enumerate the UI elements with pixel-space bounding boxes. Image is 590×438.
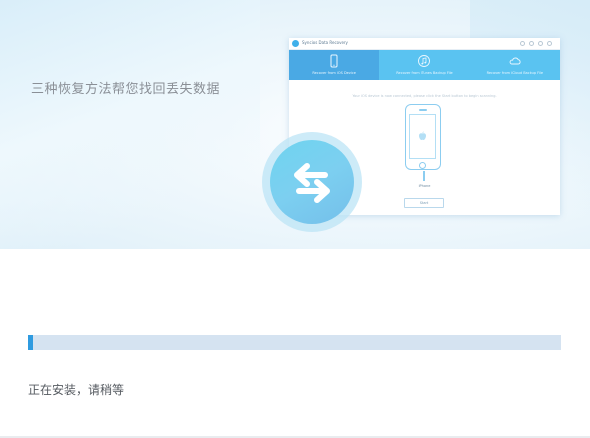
header-banner: 三种恢复方法帮您找回丢失数据 Syncios Data Recovery Rec… xyxy=(0,0,590,249)
preview-info-icon xyxy=(529,41,534,46)
preview-tab-label: Recover from iCloud Backup File xyxy=(486,71,544,75)
preview-tab-bar: Recover from iOS Device Recover from iTu… xyxy=(289,50,560,80)
preview-start-button: Start xyxy=(404,198,444,208)
banner-tagline: 三种恢复方法帮您找回丢失数据 xyxy=(31,82,221,97)
preview-tab-itunes-backup: Recover from iTunes Backup File xyxy=(379,50,469,80)
preview-settings-icon xyxy=(520,41,525,46)
music-note-icon xyxy=(418,55,431,67)
apple-logo-icon xyxy=(418,131,427,141)
install-progress-bar xyxy=(28,335,561,350)
preview-minimize-icon xyxy=(538,41,543,46)
preview-instruction-text: Your iOS device is now connected, please… xyxy=(352,94,497,98)
sync-arrows-icon xyxy=(294,163,330,203)
app-logo-icon xyxy=(292,40,299,47)
install-status-text: 正在安装，请稍等 xyxy=(28,383,125,397)
banner-background-left xyxy=(0,0,260,249)
preview-tab-label: Recover from iTunes Backup File xyxy=(396,71,453,75)
phone-home-button xyxy=(419,162,426,169)
preview-close-icon xyxy=(547,41,552,46)
preview-tab-label: Recover from iOS Device xyxy=(312,71,356,75)
preview-tab-ios-device: Recover from iOS Device xyxy=(289,50,380,80)
preview-app-name: Syncios Data Recovery xyxy=(302,40,348,45)
cloud-icon xyxy=(509,57,521,65)
preview-tab-icloud-backup: Recover from iCloud Backup File xyxy=(470,50,560,80)
phone-speaker xyxy=(419,109,427,111)
phone-icon xyxy=(330,54,338,68)
iphone-illustration xyxy=(405,104,441,170)
phone-screen xyxy=(409,114,436,159)
install-progress-fill xyxy=(28,335,33,350)
preview-title-bar: Syncios Data Recovery xyxy=(289,38,560,50)
usb-cable xyxy=(423,171,425,181)
